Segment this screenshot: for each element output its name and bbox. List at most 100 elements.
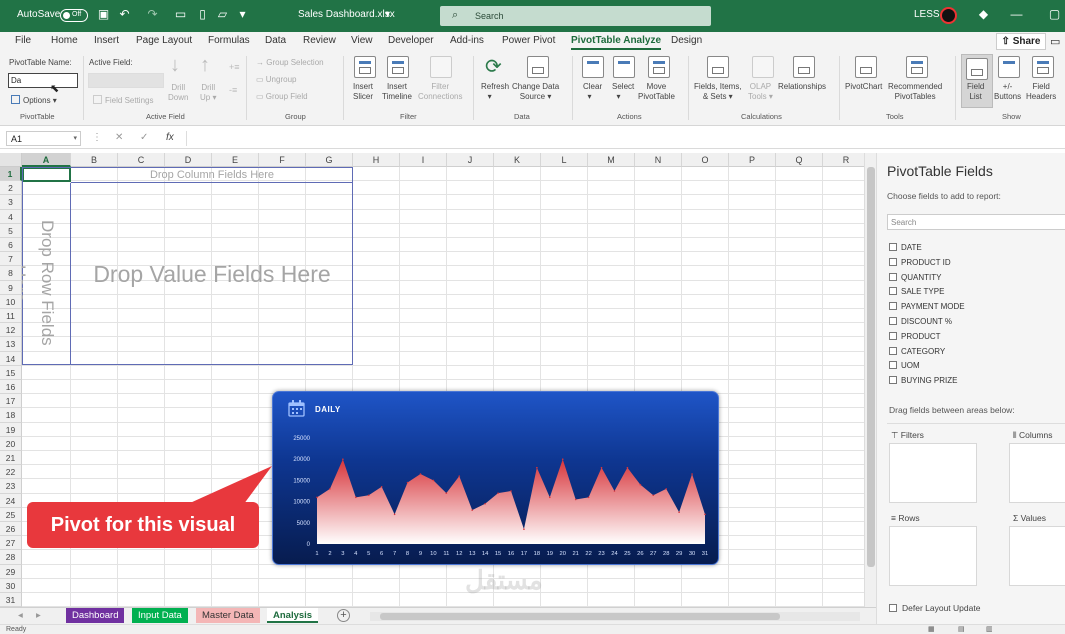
column-header-p[interactable]: P [729, 153, 776, 167]
insert-slicer-icon[interactable] [354, 56, 376, 78]
recommended-pivottables-button[interactable]: Recommended PivotTables [888, 82, 942, 102]
comments-icon[interactable]: ▭ [1050, 35, 1060, 48]
normal-view-icon[interactable]: ▦ [928, 625, 935, 633]
drop-row-area[interactable]: Drop Row Fields Here [10, 183, 71, 365]
column-header-i[interactable]: I [400, 153, 447, 167]
fields-items-sets-button[interactable]: Fields, Items, & Sets ▾ [694, 82, 742, 102]
columns-drop-area[interactable] [1009, 443, 1065, 503]
row-header-2[interactable]: 2 [0, 181, 22, 196]
row-header-15[interactable]: 15 [0, 365, 22, 380]
column-header-l[interactable]: L [541, 153, 588, 167]
minimize-icon[interactable]: — [1010, 8, 1023, 21]
sheet-tab-analysis[interactable]: Analysis [267, 608, 319, 623]
row-header-27[interactable]: 27 [0, 536, 22, 551]
column-header-f[interactable]: F [259, 153, 306, 167]
recommended-pivottables-icon[interactable] [906, 56, 928, 78]
prev-sheet-icon[interactable]: ◂ [18, 610, 23, 621]
tab-file[interactable]: File [15, 35, 31, 46]
defer-layout-update[interactable]: Defer Layout Update [889, 603, 980, 613]
sheet-tab-input-data[interactable]: Input Data [132, 608, 188, 623]
field-checkbox[interactable] [889, 287, 897, 296]
search-box[interactable]: ⌕ Search [440, 6, 711, 26]
field-checkbox[interactable] [889, 243, 897, 251]
row-header-3[interactable]: 3 [0, 195, 22, 210]
vertical-scrollbar[interactable] [864, 153, 876, 607]
row-header-14[interactable]: 14 [0, 351, 22, 366]
drop-column-fields[interactable]: Drop Column Fields Here [71, 168, 353, 183]
avatar[interactable] [940, 7, 957, 24]
column-header-e[interactable]: E [212, 153, 259, 167]
change-data-source-icon[interactable] [527, 56, 549, 78]
row-header-22[interactable]: 22 [0, 465, 22, 480]
redo-icon[interactable]: ↷ [146, 8, 159, 21]
select-button[interactable]: Select ▾ [612, 82, 634, 102]
field-item-category[interactable]: CATEGORY [889, 346, 945, 356]
tab-pivottable-analyze[interactable]: PivotTable Analyze [571, 35, 662, 50]
daily-chart[interactable]: DAILY 0 5000 10000 15000 20000 25000 1 2 3 4 5 6 7 8 9… [272, 391, 719, 565]
tab-insert[interactable]: Insert [94, 35, 119, 46]
column-header-d[interactable]: D [165, 153, 212, 167]
tab-page-layout[interactable]: Page Layout [136, 35, 192, 46]
horizontal-scrollbar[interactable] [370, 612, 860, 621]
column-header-n[interactable]: N [635, 153, 682, 167]
move-pivottable-icon[interactable] [648, 56, 670, 78]
tab-home[interactable]: Home [51, 35, 78, 46]
pivottable-name-input[interactable]: Da [8, 73, 78, 88]
clear-icon[interactable] [582, 56, 604, 78]
filename-chevron-icon[interactable]: ▾ [385, 9, 390, 20]
insert-timeline-icon[interactable] [387, 56, 409, 78]
column-header-q[interactable]: Q [776, 153, 823, 167]
options-button[interactable]: Options ▾ [11, 95, 57, 106]
field-item-buying-prize[interactable]: BUYING PRIZE [889, 376, 957, 385]
page-break-view-icon[interactable]: ▥ [986, 625, 993, 633]
field-checkbox[interactable] [889, 376, 897, 385]
column-header-j[interactable]: J [447, 153, 494, 167]
row-header-24[interactable]: 24 [0, 493, 22, 508]
autosave-toggle[interactable]: Off [60, 9, 88, 22]
premium-diamond-icon[interactable]: ◆ [977, 8, 990, 21]
scroll-thumb[interactable] [867, 167, 875, 567]
customize-qat-icon[interactable]: ▾ [236, 8, 249, 21]
insert-slicer-button[interactable]: Insert Slicer [353, 82, 373, 102]
field-item-date[interactable]: DATE [889, 243, 922, 252]
column-header-o[interactable]: O [682, 153, 729, 167]
column-header-g[interactable]: G [306, 153, 353, 167]
tab-design[interactable]: Design [671, 35, 702, 46]
open-icon[interactable]: ▱ [216, 8, 229, 21]
next-sheet-icon[interactable]: ▸ [36, 610, 41, 621]
row-header-18[interactable]: 18 [0, 408, 22, 423]
field-headers-icon[interactable] [1032, 56, 1054, 78]
file-name[interactable]: Sales Dashboard.xlsx [298, 9, 395, 20]
row-header-30[interactable]: 30 [0, 578, 22, 593]
sheet-tab-dashboard[interactable]: Dashboard [66, 608, 125, 623]
row-header-13[interactable]: 13 [0, 337, 22, 352]
row-header-9[interactable]: 9 [0, 280, 22, 295]
cancel-icon[interactable]: ✕ [115, 132, 123, 143]
column-header-h[interactable]: H [353, 153, 400, 167]
row-header-17[interactable]: 17 [0, 394, 22, 409]
field-checkbox[interactable] [889, 317, 897, 325]
refresh-icon[interactable]: ⟳ [485, 54, 502, 79]
insert-timeline-button[interactable]: Insert Timeline [382, 82, 412, 102]
field-checkbox[interactable] [889, 361, 897, 370]
row-header-4[interactable]: 4 [0, 209, 22, 224]
row-header-29[interactable]: 29 [0, 564, 22, 579]
add-sheet-icon[interactable]: + [337, 609, 350, 622]
pivotchart-button[interactable]: PivotChart [845, 82, 882, 92]
save-icon[interactable]: ▣ [97, 8, 110, 21]
field-headers-toggle[interactable]: Field Headers [1026, 82, 1056, 102]
new-file-icon[interactable]: ▯ [196, 8, 209, 21]
tab-developer[interactable]: Developer [388, 35, 434, 46]
row-header-10[interactable]: 10 [0, 294, 22, 309]
field-item-product-id[interactable]: PRODUCT ID [889, 257, 951, 267]
row-header-23[interactable]: 23 [0, 479, 22, 494]
select-icon[interactable] [613, 56, 635, 78]
move-pivottable-button[interactable]: Move PivotTable [638, 82, 675, 102]
share-button[interactable]: ⇧ Share [996, 33, 1046, 50]
pivot-placeholder[interactable]: Drop Column Fields Here Drop Row Fields … [10, 167, 353, 365]
values-drop-area[interactable] [1009, 526, 1065, 586]
tab-formulas[interactable]: Formulas [208, 35, 250, 46]
field-list-toggle[interactable]: Field List [961, 54, 993, 108]
field-item-product[interactable]: PRODUCT [889, 331, 941, 341]
row-header-5[interactable]: 5 [0, 223, 22, 238]
